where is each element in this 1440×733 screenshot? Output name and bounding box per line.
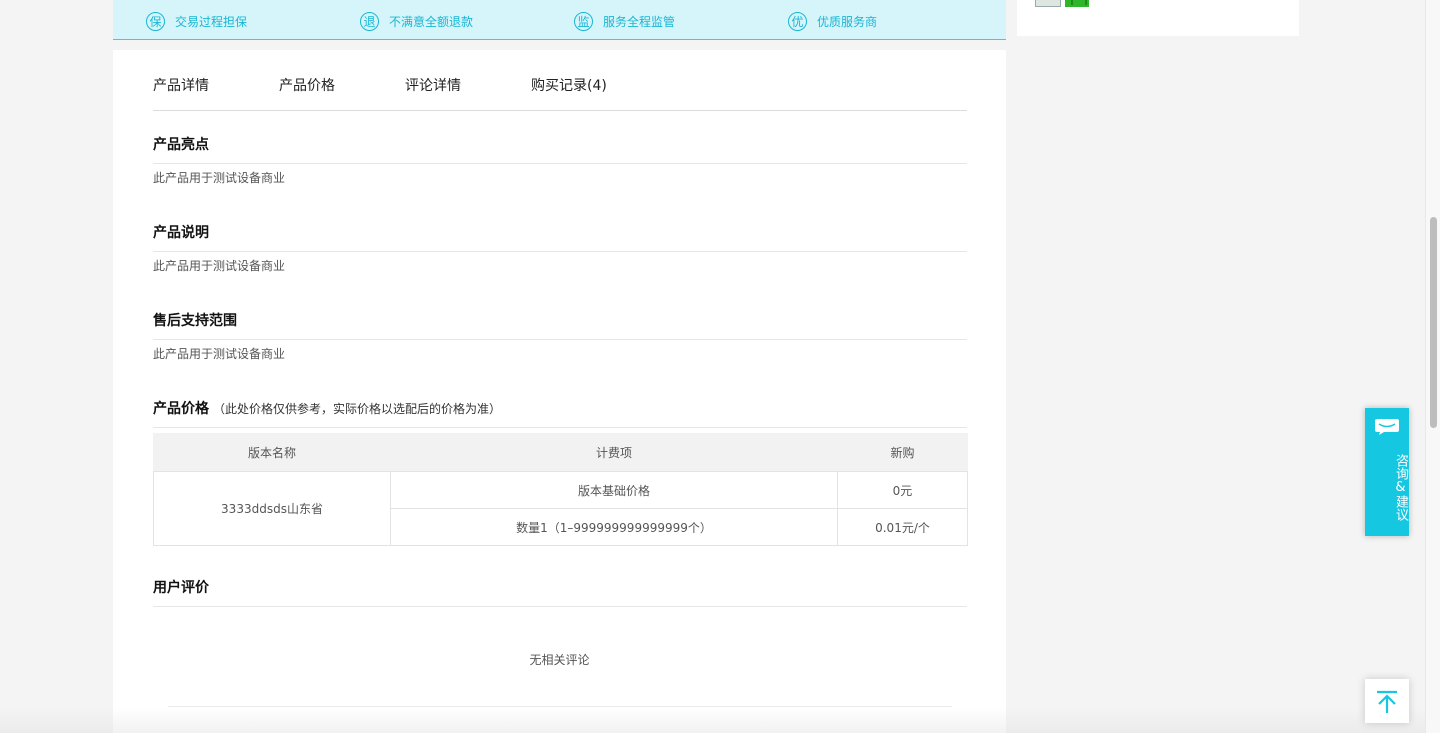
section-title-price: 产品价格 （此处价格仅供参考，实际价格以选配后的价格为准） <box>153 398 967 428</box>
tab-review-details[interactable]: 评论详情 <box>405 75 461 95</box>
tab-product-price[interactable]: 产品价格 <box>279 75 335 95</box>
no-comments-text: 无相关评论 <box>529 653 590 667</box>
section-title-after-sales: 售后支持范围 <box>153 310 967 340</box>
guarantee-item-quality: 优 优质服务商 <box>788 10 877 32</box>
guarantee-label: 不满意全额退款 <box>389 14 474 29</box>
consult-suggest-button[interactable]: 咨询&建议 <box>1365 408 1409 536</box>
column-header-version: 版本名称 <box>153 433 391 472</box>
section-text-description: 此产品用于测试设备商业 <box>153 259 286 273</box>
detail-tabs: 产品详情 产品价格 评论详情 购买记录(4) <box>153 50 967 111</box>
product-thumbnail[interactable] <box>1065 0 1089 7</box>
table-header-row: 版本名称 计费项 新购 <box>153 433 968 472</box>
arrow-up-icon <box>1376 690 1398 718</box>
tab-purchase-records[interactable]: 购买记录(4) <box>531 75 607 95</box>
column-header-new-purchase: 新购 <box>837 433 968 472</box>
guarantee-icon: 保 <box>146 11 165 31</box>
column-header-billing-item: 计费项 <box>390 433 838 472</box>
guarantee-item-supervise: 监 服务全程监管 <box>574 10 675 32</box>
table-row: 3333ddsds山东省 版本基础价格 0元 <box>153 471 968 546</box>
quality-icon: 优 <box>788 11 807 31</box>
chat-icon <box>1374 418 1400 440</box>
product-detail-panel: 产品详情 产品价格 评论详情 购买记录(4) 产品亮点 此产品用于测试设备商业 … <box>113 50 1006 733</box>
section-title-highlights: 产品亮点 <box>153 134 967 164</box>
guarantee-bar: 保 交易过程担保 退 不满意全额退款 监 服务全程监管 优 优质服务商 <box>113 0 1006 40</box>
price-title: 产品价格 <box>153 401 209 417</box>
billing-item-cell: 数量1（1–999999999999999个） <box>390 508 838 546</box>
price-table: 版本名称 计费项 新购 3333ddsds山东省 版本基础价格 0元 数量1（1… <box>153 433 968 546</box>
guarantee-label: 交易过程担保 <box>175 14 248 29</box>
price-cell: 0.01元/个 <box>837 508 968 546</box>
related-product-card[interactable] <box>1017 0 1299 36</box>
guarantee-label: 优质服务商 <box>817 14 878 29</box>
refund-icon: 退 <box>360 11 379 31</box>
section-title-reviews: 用户评价 <box>153 577 967 607</box>
back-to-top-button[interactable] <box>1365 679 1409 723</box>
price-cell: 0元 <box>837 471 968 509</box>
billing-item-cell: 版本基础价格 <box>390 471 838 509</box>
section-text-after-sales: 此产品用于测试设备商业 <box>153 347 286 361</box>
scrollbar-thumb[interactable] <box>1430 217 1437 428</box>
tab-product-details[interactable]: 产品详情 <box>153 75 209 95</box>
guarantee-label: 服务全程监管 <box>603 14 676 29</box>
guarantee-item-refund: 退 不满意全额退款 <box>360 10 473 32</box>
product-thumbnail[interactable] <box>1035 0 1061 7</box>
guarantee-item-escrow: 保 交易过程担保 <box>146 10 247 32</box>
price-note: （此处价格仅供参考，实际价格以选配后的价格为准） <box>213 402 502 416</box>
supervise-icon: 监 <box>574 11 593 31</box>
version-name-cell: 3333ddsds山东省 <box>153 471 391 546</box>
section-text-highlights: 此产品用于测试设备商业 <box>153 171 286 185</box>
section-title-description: 产品说明 <box>153 222 967 252</box>
consult-label: 咨询&建议 <box>1393 453 1408 521</box>
divider <box>168 706 952 707</box>
